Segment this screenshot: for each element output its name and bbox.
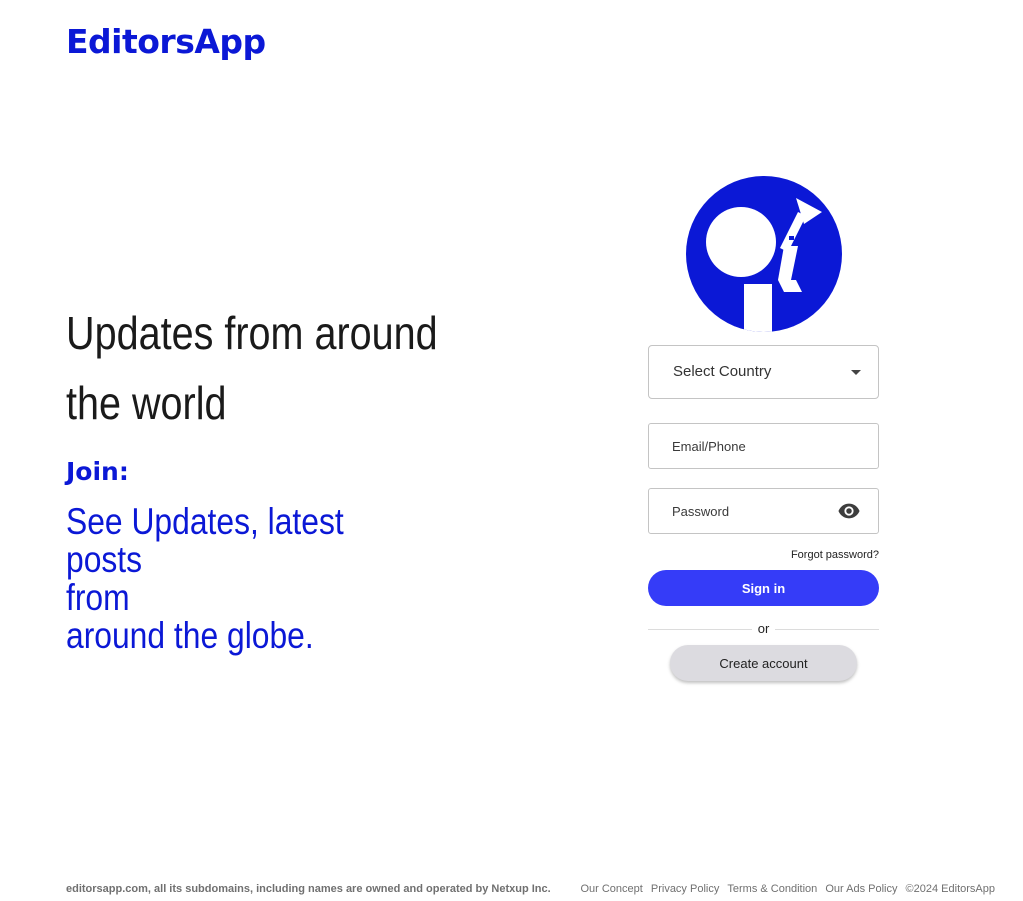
footer-links: Our Concept Privacy Policy Terms & Condi…	[575, 883, 995, 895]
editorsapp-emblem-icon	[685, 176, 842, 332]
footer-link-our-concept[interactable]: Our Concept	[580, 883, 642, 895]
email-field-container	[648, 423, 879, 469]
brand-logo-link[interactable]: EditorsApp	[66, 20, 266, 64]
sign-in-button[interactable]: Sign in	[648, 570, 879, 606]
join-label: Join:	[66, 457, 129, 486]
eye-icon[interactable]	[838, 502, 860, 520]
footer-copyright: ©2024 EditorsApp	[905, 883, 995, 895]
footer-link-privacy-policy[interactable]: Privacy Policy	[651, 883, 719, 895]
join-tagline-line: from	[66, 577, 130, 618]
forgot-password-link[interactable]: Forgot password?	[648, 549, 879, 562]
password-field-container	[648, 488, 879, 534]
chevron-down-icon	[851, 370, 861, 375]
join-tagline-line: around the globe.	[66, 615, 314, 656]
create-account-button[interactable]: Create account	[670, 645, 857, 681]
join-tagline: See Updates, latest posts from around th…	[66, 503, 401, 655]
footer-link-terms[interactable]: Terms & Condition	[727, 883, 817, 895]
footer-link-ads-policy[interactable]: Our Ads Policy	[825, 883, 897, 895]
divider-line	[775, 629, 879, 630]
country-select-value: Select Country	[673, 363, 772, 380]
login-panel: Select Country Forgot password? Sign in …	[648, 176, 879, 681]
hero-title: Updates from around the world	[66, 307, 438, 429]
email-phone-input[interactable]	[649, 424, 878, 468]
or-divider: or	[648, 621, 879, 636]
footer-ownership-text: editorsapp.com, all its subdomains, incl…	[66, 883, 551, 895]
country-select[interactable]: Select Country	[648, 345, 879, 399]
join-tagline-line: See Updates, latest posts	[66, 501, 344, 580]
